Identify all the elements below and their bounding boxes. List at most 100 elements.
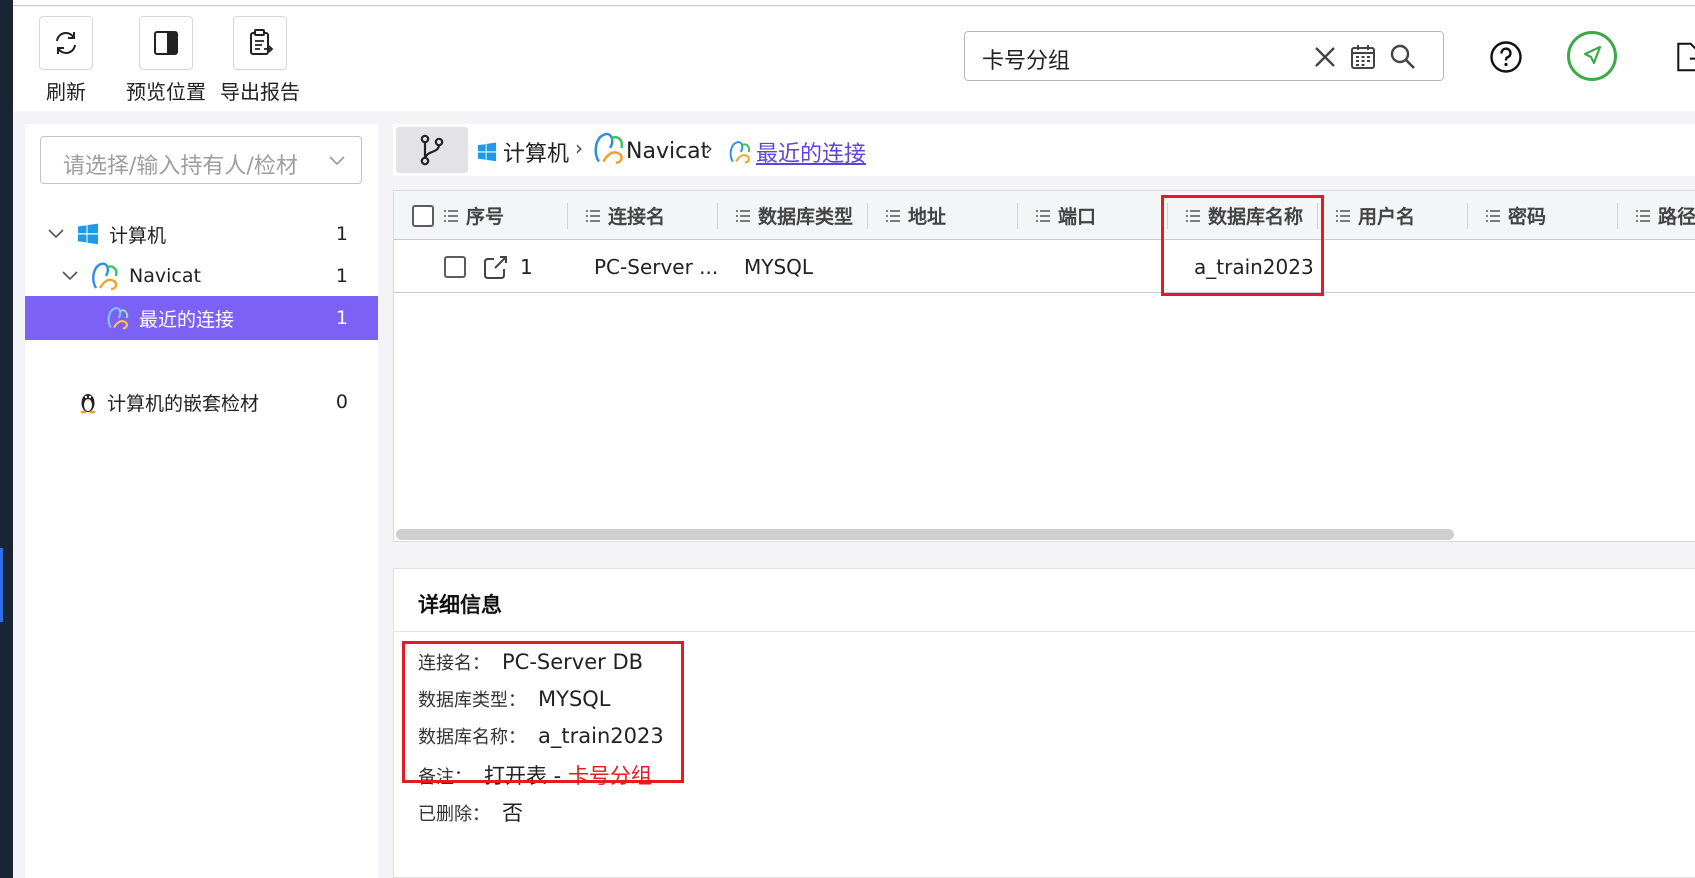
connections-table: 序号 连接名 数据库类型 地址 端口 数据库名称 用户名 密码 路径 1 PC-… <box>393 190 1695 542</box>
breadcrumb-label: 计算机 <box>503 142 570 167</box>
linux-penguin-icon <box>75 389 101 415</box>
refresh-icon <box>39 16 93 70</box>
column-header-db-name[interactable]: 数据库名称 <box>1186 191 1303 240</box>
column-header-address[interactable]: 地址 <box>886 191 946 240</box>
cell-connection-name: PC-Server ... <box>594 255 719 279</box>
detail-key: 数据库类型： <box>418 690 526 711</box>
list-icon <box>444 209 458 222</box>
detail-key: 已删除： <box>418 804 490 825</box>
branch-view-button[interactable] <box>396 127 468 173</box>
export-file-button[interactable] <box>1675 37 1695 77</box>
window-left-strip <box>0 0 13 878</box>
table-header: 序号 连接名 数据库类型 地址 端口 数据库名称 用户名 密码 路径 <box>394 191 1695 240</box>
navicat-icon <box>592 130 626 166</box>
list-icon <box>1636 209 1650 222</box>
detail-field-db-name: 数据库名称： a_train2023 <box>418 723 664 749</box>
detail-key: 连接名： <box>418 653 490 674</box>
open-external-icon[interactable] <box>482 241 510 293</box>
breadcrumb-item-navicat[interactable]: Navicat <box>592 130 709 166</box>
tree-item-count: 0 <box>335 391 348 413</box>
column-header-path[interactable]: 路径 <box>1636 191 1695 240</box>
window-top-edge <box>13 0 1695 6</box>
git-branch-icon <box>420 134 444 166</box>
detail-value: PC-Server DB <box>502 650 644 674</box>
detail-field-db-type: 数据库类型： MYSQL <box>418 686 611 712</box>
breadcrumb-item-recent-connections[interactable]: 最近的连接 <box>728 136 866 168</box>
tree-item-label: 计算机 <box>109 224 167 247</box>
cell-db-name: a_train2023 <box>1194 255 1314 279</box>
column-header-connection-name[interactable]: 连接名 <box>586 191 665 240</box>
breadcrumb: 计算机 › Navicat › 最近的连接 <box>393 124 1695 176</box>
evidence-tree-panel: 请选择/输入持有人/检材 计算机 1 Navicat 1 最近的连接 1 计算机… <box>25 124 378 878</box>
detail-field-note: 备注： 打开表 - 卡号分组 <box>418 760 652 790</box>
breadcrumb-label: 最近的连接 <box>756 142 867 167</box>
help-button[interactable] <box>1488 39 1524 75</box>
column-header-index[interactable]: 序号 <box>444 191 504 240</box>
detail-field-connection-name: 连接名： PC-Server DB <box>418 649 643 675</box>
detail-title: 详细信息 <box>418 593 502 617</box>
column-header-username[interactable]: 用户名 <box>1336 191 1415 240</box>
refresh-button[interactable]: 刷新 <box>21 16 111 105</box>
owner-evidence-select[interactable]: 请选择/输入持有人/检材 <box>40 136 362 184</box>
chevron-down-icon[interactable] <box>45 223 67 245</box>
tree-item-label: Navicat <box>129 265 201 287</box>
detail-key: 备注： <box>418 767 472 788</box>
file-export-icon <box>1677 42 1695 72</box>
tree-item-recent-connections[interactable]: 最近的连接 1 <box>25 296 378 340</box>
tree-item-navicat[interactable]: Navicat 1 <box>25 254 378 298</box>
tree-item-label: 计算机的嵌套检材 <box>107 392 260 415</box>
export-report-label: 导出报告 <box>220 80 300 104</box>
row-checkbox[interactable] <box>444 241 466 293</box>
search-field[interactable]: 卡号分组 <box>964 31 1444 81</box>
column-header-db-type[interactable]: 数据库类型 <box>736 191 853 240</box>
detail-panel: 详细信息 连接名： PC-Server DB 数据库类型： MYSQL 数据库名… <box>393 568 1695 878</box>
tree-item-computer[interactable]: 计算机 1 <box>25 212 378 256</box>
tree-item-label: 最近的连接 <box>139 308 235 331</box>
windows-icon <box>75 221 101 247</box>
tree-item-count: 1 <box>335 265 348 287</box>
clipboard-export-icon <box>233 16 287 70</box>
navicat-icon <box>728 140 752 164</box>
list-icon <box>1486 209 1500 222</box>
detail-field-deleted: 已删除： 否 <box>418 797 523 827</box>
location-pin-icon <box>1567 31 1617 81</box>
breadcrumb-separator: › <box>575 136 583 160</box>
preview-position-label: 预览位置 <box>126 80 206 104</box>
export-report-button[interactable]: 导出报告 <box>215 16 305 105</box>
detail-divider <box>394 631 1695 632</box>
search-value: 卡号分组 <box>982 49 1071 74</box>
cell-db-type: MYSQL <box>744 255 814 279</box>
search-icon[interactable] <box>1389 43 1417 71</box>
navicat-icon <box>105 305 131 331</box>
breadcrumb-label: Navicat <box>626 138 710 164</box>
chevron-down-icon <box>327 150 347 174</box>
list-icon <box>886 209 900 222</box>
navicat-icon <box>89 260 121 292</box>
tree-item-count: 1 <box>335 223 348 245</box>
refresh-label: 刷新 <box>46 80 86 104</box>
clear-icon[interactable] <box>1311 43 1339 71</box>
select-placeholder: 请选择/输入持有人/检材 <box>63 154 298 179</box>
status-button[interactable] <box>1566 30 1618 82</box>
column-header-password[interactable]: 密码 <box>1486 191 1546 240</box>
chevron-down-icon[interactable] <box>59 265 81 287</box>
toolbar: 刷新 预览位置 导出报告 卡号分组 <box>13 7 1695 111</box>
column-header-port[interactable]: 端口 <box>1036 191 1096 240</box>
detail-key: 数据库名称： <box>418 727 526 748</box>
calendar-icon[interactable] <box>1349 43 1377 71</box>
preview-position-button[interactable]: 预览位置 <box>121 16 211 105</box>
detail-value: a_train2023 <box>538 724 664 748</box>
breadcrumb-separator: › <box>705 136 713 160</box>
panel-right-icon <box>139 16 193 70</box>
horizontal-scrollbar[interactable] <box>396 529 1454 540</box>
table-row[interactable]: 1 PC-Server ... MYSQL a_train2023 <box>394 241 1695 293</box>
list-icon <box>1336 209 1350 222</box>
tree-item-count: 1 <box>335 307 348 329</box>
list-icon <box>586 209 600 222</box>
detail-value-highlight: 卡号分组 <box>567 764 652 788</box>
list-icon <box>1036 209 1050 222</box>
tree-item-nested-evidence[interactable]: 计算机的嵌套检材 0 <box>25 380 378 424</box>
select-all-checkbox[interactable] <box>412 191 434 240</box>
window-accent-bar <box>0 548 3 622</box>
breadcrumb-item-computer[interactable]: 计算机 <box>477 136 569 168</box>
